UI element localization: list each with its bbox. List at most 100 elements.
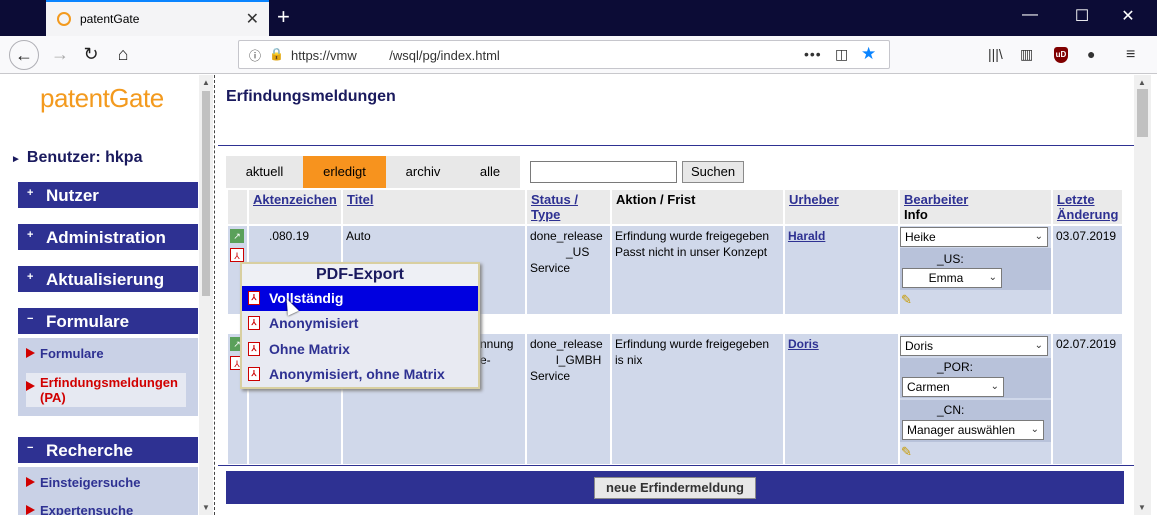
- pdf-menu-item-anonymisiert-ohne-matrix[interactable]: ⅄ Anonymisiert, ohne Matrix: [242, 362, 478, 387]
- lock-icon[interactable]: 🔒: [269, 47, 284, 61]
- browser-tab-bar: patentGate ✕ + — ☐ ✕: [0, 0, 1157, 36]
- column-header-bearbeiter[interactable]: Bearbeiter Info: [900, 190, 1051, 224]
- arrow-right-icon: [26, 505, 35, 515]
- urheber-link[interactable]: Doris: [788, 337, 819, 351]
- chevron-down-icon: ⌄: [1034, 340, 1043, 351]
- account-icon[interactable]: ●: [1087, 46, 1095, 62]
- table-cell-datum: 02.07.2019: [1053, 334, 1122, 464]
- arrow-right-icon: [26, 477, 35, 487]
- new-erfindermeldung-button[interactable]: neue Erfindermeldung: [594, 477, 756, 499]
- library-icon[interactable]: |||\: [988, 46, 1003, 62]
- table-bottom-divider: [218, 465, 1134, 466]
- column-header-letzte-aenderung[interactable]: Letzte Änderung: [1053, 190, 1122, 224]
- search-button[interactable]: Suchen: [682, 161, 744, 183]
- nav-section-formulare[interactable]: − Formulare: [18, 308, 198, 334]
- bearbeiter-select[interactable]: Doris ⌄: [900, 336, 1048, 356]
- sort-link[interactable]: Urheber: [789, 192, 839, 207]
- sort-link[interactable]: Bearbeiter: [904, 192, 968, 207]
- nav-section-label: Administration: [46, 228, 166, 247]
- bearbeiter-select[interactable]: Heike ⌄: [900, 227, 1048, 247]
- tab-alle[interactable]: alle: [460, 156, 520, 188]
- main-scrollbar[interactable]: ▲ ▼: [1134, 75, 1151, 515]
- ublock-icon[interactable]: uD: [1054, 47, 1068, 63]
- select-value: Heike: [905, 230, 936, 244]
- sidebar-link-expertensuche[interactable]: Expertensuche: [26, 503, 133, 515]
- sub-bearbeiter-select[interactable]: Manager auswählen ⌄: [902, 420, 1044, 440]
- pdf-menu-item-vollstaendig[interactable]: ⅄ Vollständig: [242, 286, 478, 311]
- sort-link[interactable]: Letzte Änderung: [1057, 192, 1118, 222]
- aktion-text: Erfindung wurde freigegeben: [615, 337, 770, 351]
- column-header-urheber[interactable]: Urheber: [785, 190, 898, 224]
- scroll-up-icon[interactable]: ▲: [202, 78, 210, 87]
- table-cell-urheber: Doris: [785, 334, 898, 464]
- sort-link[interactable]: Status / Type: [531, 192, 578, 222]
- frame-divider: [214, 75, 215, 515]
- collapse-icon: −: [27, 442, 34, 454]
- url-text[interactable]: https://vmw /wsql/pg/index.html: [291, 48, 500, 63]
- sidebar-icon[interactable]: ▥: [1020, 46, 1033, 63]
- sidebar-link-einsteigersuche[interactable]: Einsteigersuche: [26, 475, 140, 490]
- column-header-status[interactable]: Status / Type: [527, 190, 610, 224]
- column-header-aktenzeichen[interactable]: Aktenzeichen: [249, 190, 341, 224]
- sort-link[interactable]: Aktenzeichen: [253, 192, 337, 207]
- nav-section-administration[interactable]: + Administration: [18, 224, 198, 250]
- pdf-export-menu: PDF-Export ⅄ Vollständig ⅄ Anonymisiert ⅄ O…: [240, 262, 480, 389]
- menu-item-label: Anonymisiert: [269, 315, 359, 331]
- table-cell-status: done_release l_GMBH Service: [527, 334, 610, 464]
- edit-form-icon[interactable]: ↗: [230, 229, 244, 243]
- close-window-icon[interactable]: ✕: [1113, 6, 1143, 26]
- tab-erledigt[interactable]: erledigt: [303, 156, 386, 188]
- tab-aktuell[interactable]: aktuell: [226, 156, 303, 188]
- titel-line: e-: [480, 353, 491, 367]
- pencil-icon[interactable]: ✎: [901, 444, 912, 460]
- pocket-icon[interactable]: ◫: [835, 46, 848, 63]
- back-icon[interactable]: ←: [9, 40, 39, 70]
- scroll-down-icon[interactable]: ▼: [1138, 503, 1146, 512]
- sidebar-link-formulare[interactable]: Formulare: [26, 346, 104, 361]
- menu-icon[interactable]: ≡: [1126, 46, 1135, 64]
- patentgate-logo[interactable]: patentGate: [40, 83, 164, 114]
- scroll-thumb[interactable]: [202, 91, 210, 296]
- table-cell-urheber: Harald: [785, 226, 898, 314]
- recherche-links: Einsteigersuche Expertensuche: [18, 467, 198, 515]
- star-icon[interactable]: ★: [861, 44, 876, 64]
- url-bar[interactable]: ⓘ 🔒 https://vmw /wsql/pg/index.html ••• …: [238, 40, 890, 69]
- pdf-icon[interactable]: ⅄: [230, 248, 244, 262]
- aktion-note: Passt nicht in unser Konzept: [615, 245, 768, 259]
- urheber-link[interactable]: Harald: [788, 229, 825, 243]
- scroll-up-icon[interactable]: ▲: [1138, 78, 1146, 87]
- search-input[interactable]: [530, 161, 677, 183]
- scroll-thumb[interactable]: [1137, 89, 1148, 137]
- info-icon[interactable]: ⓘ: [249, 47, 261, 64]
- minimize-icon[interactable]: —: [1015, 6, 1045, 24]
- nav-section-recherche[interactable]: − Recherche: [18, 437, 198, 463]
- select-value: Doris: [905, 339, 934, 353]
- reload-icon[interactable]: ↻: [76, 40, 106, 70]
- sidebar-link-label: Erfindungsmeldungen (PA): [40, 375, 178, 405]
- pencil-icon[interactable]: ✎: [901, 292, 912, 308]
- chevron-down-icon: ⌄: [990, 381, 999, 392]
- sort-link[interactable]: Titel: [347, 192, 374, 207]
- maximize-icon[interactable]: ☐: [1067, 6, 1097, 26]
- nav-section-aktualisierung[interactable]: + Aktualisierung: [18, 266, 198, 292]
- new-tab-plus-icon[interactable]: +: [277, 4, 290, 30]
- forward-icon[interactable]: →: [45, 40, 75, 70]
- home-icon[interactable]: ⌂: [108, 40, 138, 70]
- info-label: Info: [904, 207, 928, 222]
- browser-tab[interactable]: patentGate ✕: [46, 0, 269, 36]
- pdf-menu-item-ohne-matrix[interactable]: ⅄ Ohne Matrix: [242, 337, 478, 362]
- formulare-links: Formulare Erfindungsmeldungen (PA): [18, 338, 198, 416]
- sub-bearbeiter-select[interactable]: Carmen ⌄: [902, 377, 1004, 397]
- close-tab-icon[interactable]: ✕: [246, 9, 259, 29]
- sub-bearbeiter-select[interactable]: Emma ⌄: [902, 268, 1002, 288]
- nav-section-nutzer[interactable]: + Nutzer: [18, 182, 198, 208]
- more-icon[interactable]: •••: [804, 46, 822, 62]
- arrow-right-icon: [26, 381, 35, 391]
- sidebar-link-erfindungsmeldungen[interactable]: Erfindungsmeldungen (PA): [26, 373, 186, 407]
- scroll-down-icon[interactable]: ▼: [202, 503, 210, 512]
- tab-archiv[interactable]: archiv: [386, 156, 460, 188]
- pdf-menu-item-anonymisiert[interactable]: ⅄ Anonymisiert: [242, 311, 478, 336]
- sidebar-scrollbar[interactable]: ▲ ▼: [199, 75, 213, 515]
- column-header-titel[interactable]: Titel: [343, 190, 525, 224]
- select-value: Carmen: [907, 380, 950, 394]
